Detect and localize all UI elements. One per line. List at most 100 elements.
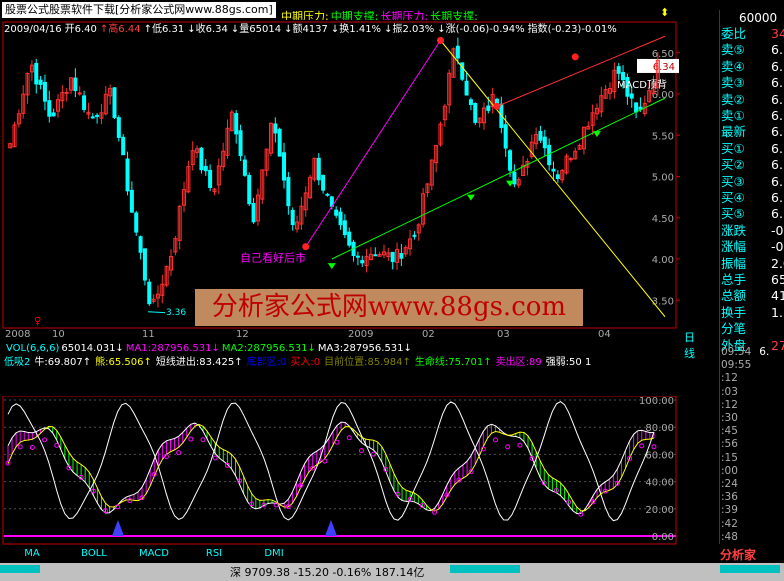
- volume-legend-row: VOL(6,6,6) 65014.031↓ MA1:287956.531↓ MA2:2…: [6, 343, 414, 355]
- candle-body: [147, 281, 152, 305]
- candle-body: [121, 136, 126, 156]
- info-row-item: 开6.40: [64, 24, 97, 35]
- vol-row-item: MA1:287956.531↓: [125, 343, 220, 354]
- quote-label: 买④: [721, 190, 745, 205]
- bear-line: [7, 423, 655, 512]
- tick-time: :30: [721, 412, 738, 424]
- life-line-dot: [334, 439, 340, 445]
- status-bar: 深 9709.38 -15.20 -0.16% 187.14亿: [0, 563, 784, 581]
- price-tick-label: 6.50: [652, 49, 674, 60]
- scroll-arrows-icon[interactable]: ⬍: [660, 6, 669, 19]
- info-row-item: ↑高6.44: [99, 24, 141, 35]
- life-line-dot: [639, 443, 645, 449]
- status-indicator: [0, 565, 40, 573]
- quote-value: 6.: [771, 75, 783, 91]
- peak-marker: [571, 53, 579, 61]
- quote-label: 卖②: [721, 91, 745, 107]
- ind-row-item: 底部区:0: [246, 357, 287, 368]
- candle-body: [347, 231, 352, 246]
- tick-time: 09:54: [721, 346, 752, 358]
- info-row-item: 2009/04/16: [4, 24, 62, 35]
- candle-body: [399, 253, 404, 259]
- candle-body: [334, 209, 339, 216]
- candle-body: [512, 171, 517, 185]
- candle-body: [116, 117, 121, 138]
- candle-body: [503, 124, 508, 149]
- ind-tick-label: 20.00: [645, 505, 674, 516]
- life-line-dot: [493, 437, 498, 443]
- tick-time: :03: [721, 385, 738, 398]
- buy-note-label: 自己看好后市: [240, 250, 306, 264]
- tick-time: :42: [721, 517, 738, 530]
- tick-row: :42: [721, 518, 746, 530]
- app-title: 股票公式股票软件下载[分析家公式网www.88gs.com]: [2, 2, 276, 18]
- stock-code: 60000: [739, 11, 778, 25]
- quote-value: 6.: [771, 190, 783, 205]
- candle-body: [621, 72, 626, 81]
- quote-value: 650: [771, 272, 784, 287]
- tick-row: :12: [721, 372, 746, 384]
- tab-boll[interactable]: BOLL: [74, 546, 114, 561]
- ind-tick-label: 0.00: [652, 532, 674, 543]
- indicator-tab-bar: MA BOLL MACD RSI DMI 分析家: [0, 546, 784, 562]
- candle-body: [555, 174, 560, 180]
- quote-value: 6.: [771, 124, 783, 140]
- candle-body: [238, 130, 243, 157]
- life-line-dot: [176, 450, 182, 456]
- tick-time: :12: [721, 398, 738, 411]
- candle-body: [360, 260, 365, 264]
- ind-row-item: 强弱:50 1: [545, 357, 592, 368]
- bottom-zone-marker: [325, 520, 337, 536]
- quote-value: -0.0: [771, 222, 784, 238]
- date-label: 02: [422, 329, 435, 340]
- life-line-dot: [212, 455, 218, 461]
- life-line-dot: [42, 437, 48, 443]
- candle-body: [321, 174, 326, 191]
- candle-body: [412, 234, 417, 237]
- life-line-dot: [346, 435, 352, 441]
- date-label: 11: [142, 329, 155, 340]
- candle-body: [316, 157, 321, 181]
- tab-macd[interactable]: MACD: [134, 546, 174, 561]
- candle-body: [51, 112, 56, 117]
- candle-body: [616, 66, 621, 74]
- life-line-dot: [54, 442, 60, 448]
- price-tick-label: 4.50: [652, 214, 674, 225]
- candle-body: [64, 91, 69, 94]
- candle-body: [242, 159, 247, 176]
- quote-label: 买①: [721, 140, 745, 156]
- candle-body: [47, 100, 52, 117]
- candle-body: [355, 255, 360, 258]
- bull-line: [7, 421, 654, 515]
- candle-body: [290, 209, 295, 226]
- tick-row: :45: [721, 425, 746, 437]
- candle-body: [142, 248, 147, 281]
- tab-ma[interactable]: MA: [12, 546, 52, 561]
- tick-row: :36: [721, 491, 746, 503]
- candle-body: [95, 114, 100, 117]
- ind-row-item: 卖出区:89: [495, 357, 542, 368]
- life-line-dot: [200, 437, 206, 443]
- info-row-item: ↓量65014: [230, 24, 282, 35]
- quote-panel: 60000委比 34.9 卖⑤ 6. 卖④ 6. 卖③ 6. 卖② 6. 卖① 6. 最新 6. 买① 6. 买…: [681, 10, 784, 372]
- date-label: 04: [598, 329, 611, 340]
- quote-value: 6.: [771, 173, 783, 189]
- quote-label: 卖③: [721, 75, 745, 91]
- tab-dmi[interactable]: DMI: [254, 546, 294, 561]
- indicator-chart[interactable]: 100.0080.0060.0040.0020.000.00: [0, 396, 680, 546]
- quote-value: 6.: [771, 157, 783, 173]
- candle-body: [38, 79, 43, 85]
- life-line-dot: [517, 442, 523, 448]
- tick-time: :39: [721, 504, 738, 517]
- peak-marker: [436, 36, 444, 44]
- candle-body: [508, 150, 513, 171]
- candle-body: [468, 99, 473, 106]
- candle-body: [373, 254, 378, 257]
- tick-time: :15: [721, 451, 738, 464]
- tab-rsi[interactable]: RSI: [194, 546, 234, 561]
- candle-body: [634, 102, 639, 113]
- quote-label: 涨幅: [721, 239, 747, 255]
- status-bar-right: [720, 565, 780, 573]
- candle-body: [34, 62, 39, 85]
- quote-label: 最新: [721, 124, 747, 140]
